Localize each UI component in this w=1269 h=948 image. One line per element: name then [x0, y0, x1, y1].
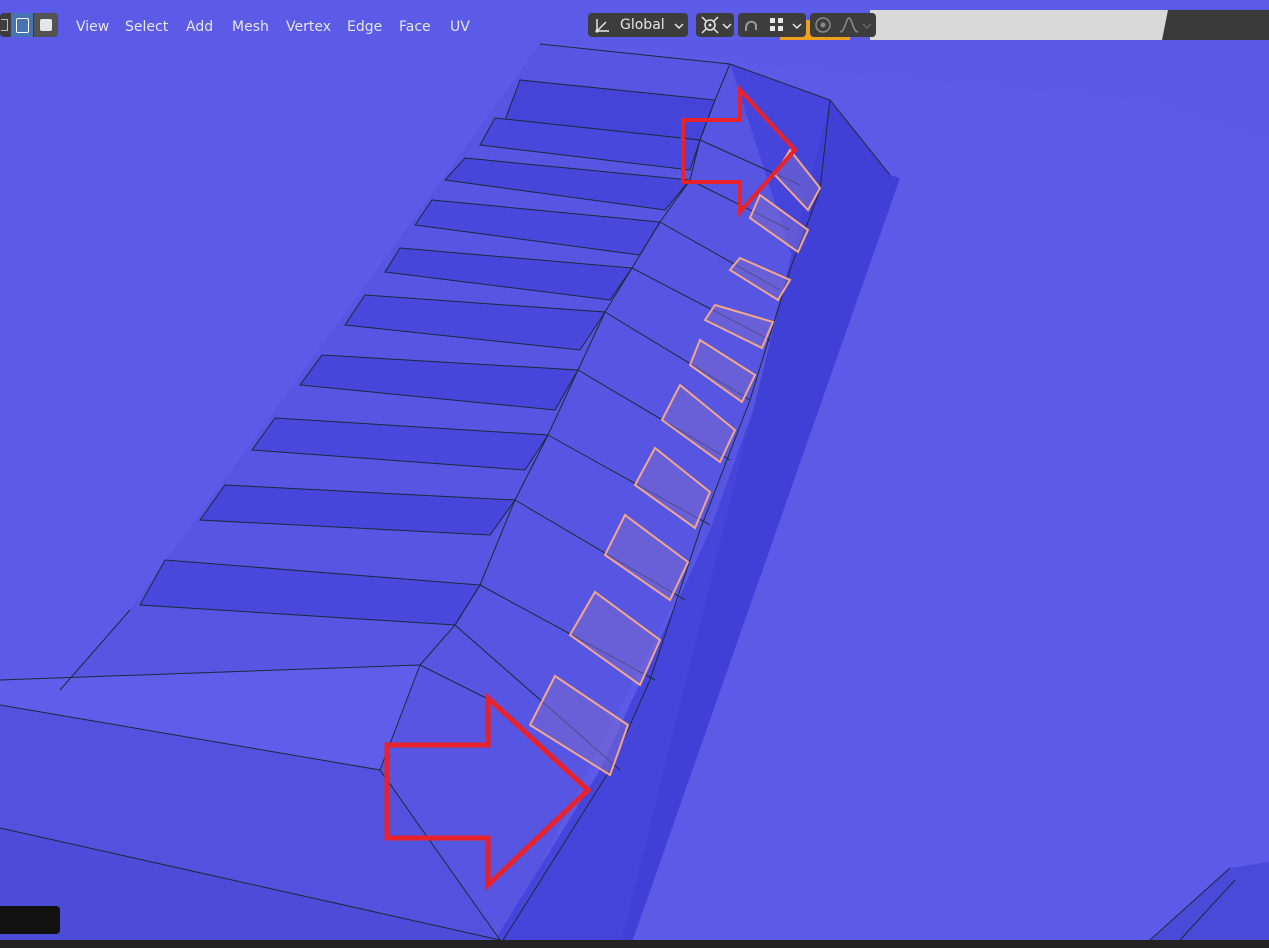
- menu-view[interactable]: View: [74, 17, 111, 37]
- snapping-group: [738, 13, 806, 37]
- menu-mesh[interactable]: Mesh: [230, 17, 271, 37]
- falloff-curve-icon[interactable]: [838, 14, 860, 36]
- pivot-point-dropdown[interactable]: [696, 13, 734, 37]
- select-mode-group: [0, 13, 58, 37]
- proportional-editing-icon[interactable]: [812, 14, 834, 36]
- orientation-axes-icon: [595, 19, 609, 33]
- menu-vertex[interactable]: Vertex: [284, 17, 333, 37]
- transform-orientation-value: Global: [620, 17, 665, 33]
- chevron-down-icon: [792, 23, 802, 30]
- menu-select[interactable]: Select: [123, 17, 170, 37]
- menu-uv[interactable]: UV: [448, 17, 472, 37]
- menu-face[interactable]: Face: [397, 17, 433, 37]
- snap-toggle-icon[interactable]: [740, 14, 762, 36]
- chevron-down-icon: [674, 23, 684, 30]
- menu-edge[interactable]: Edge: [345, 17, 384, 37]
- 3d-viewport[interactable]: [0, 0, 1269, 948]
- proportional-editing-group: [810, 13, 876, 37]
- face-select-icon[interactable]: [34, 13, 58, 37]
- chevron-down-icon: [862, 23, 872, 30]
- snap-increment-icon[interactable]: [766, 14, 788, 36]
- vertex-select-icon[interactable]: [0, 13, 10, 37]
- menu-add[interactable]: Add: [184, 17, 215, 37]
- viewport-header: View Select Add Mesh Vertex Edge Face UV…: [0, 8, 1269, 42]
- window-bottom-strip: [0, 940, 1269, 948]
- pivot-point-icon: [701, 16, 719, 34]
- edge-select-icon[interactable]: [11, 13, 33, 37]
- operator-panel-collapsed[interactable]: [0, 906, 60, 934]
- chevron-down-icon: [722, 23, 732, 30]
- transform-orientation-dropdown[interactable]: Global: [588, 13, 688, 37]
